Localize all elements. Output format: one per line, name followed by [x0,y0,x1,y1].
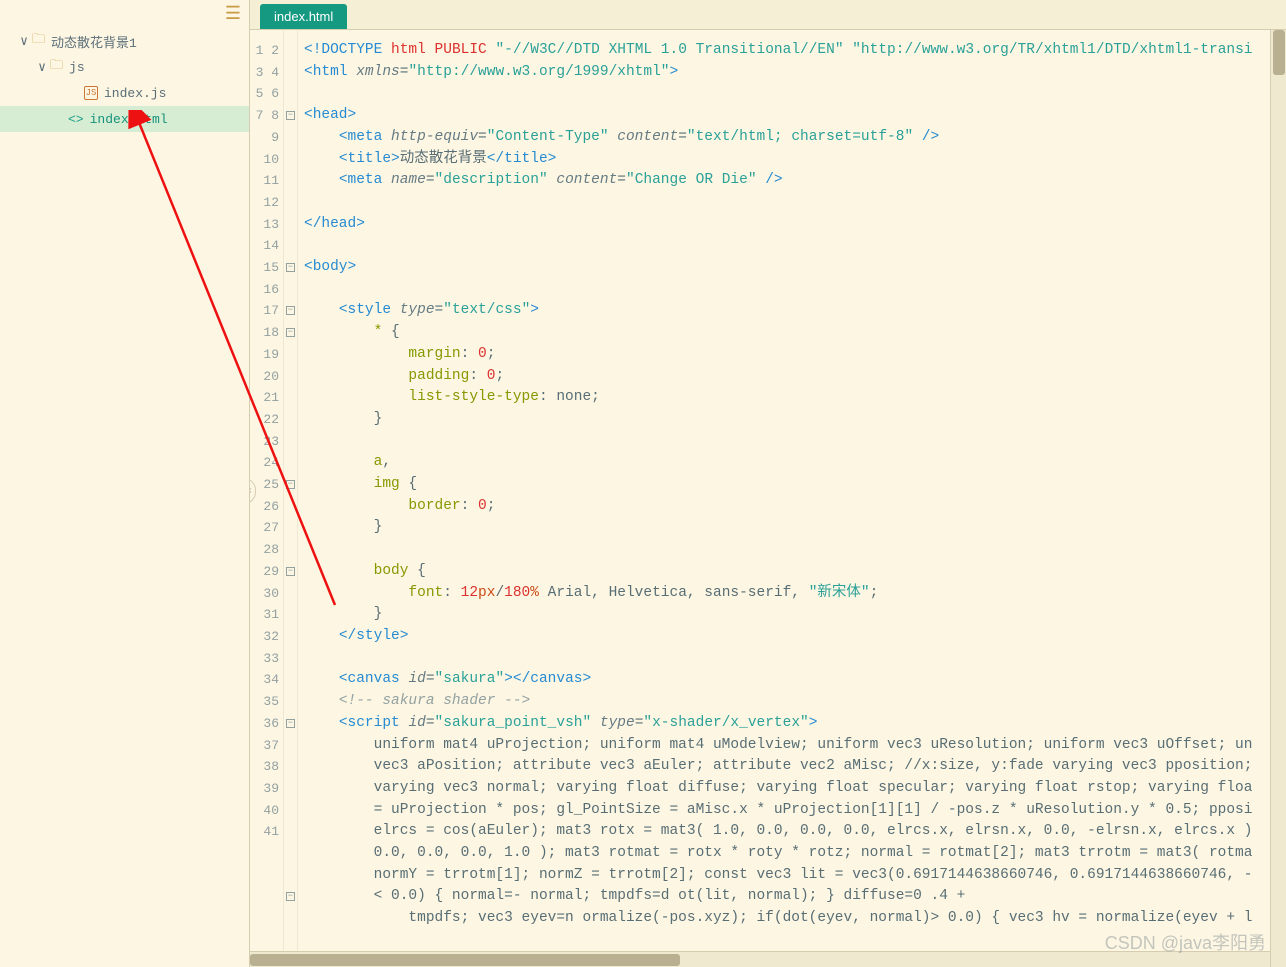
fold-toggle-icon[interactable]: − [286,567,295,576]
tree-item[interactable]: <> index.html [0,106,249,132]
fold-toggle-icon[interactable]: − [286,719,295,728]
fold-toggle-icon[interactable]: − [286,328,295,337]
tree-item-label: js [69,60,85,75]
folder-icon: 🗀 [50,56,63,78]
tree-item[interactable]: JS index.js [0,80,249,106]
tab-active[interactable]: index.html [260,4,347,29]
fold-toggle-icon[interactable]: − [286,263,295,272]
html-file-icon: <> [68,112,84,127]
scrollbar-horizontal-thumb[interactable] [250,954,680,966]
fold-toggle-icon[interactable]: − [286,306,295,315]
editor-panel: index.html ‹ 1 2 3 4 5 6 7 8 9 10 11 12 … [250,0,1286,967]
folder-icon: 🗀 [32,30,45,52]
tree-item-label: index.js [104,86,166,101]
watermark: CSDN @java李阳勇 [1105,929,1266,955]
expand-arrow-icon[interactable]: ∨ [18,34,30,49]
line-gutter: 1 2 3 4 5 6 7 8 9 10 11 12 13 14 15 16 1… [250,30,284,967]
file-tree-panel: ☰ ∨🗀动态散花背景1∨🗀jsJSindex.js<>index.html [0,0,250,967]
expand-arrow-icon[interactable]: ∨ [36,60,48,75]
fold-toggle-icon[interactable]: − [286,480,295,489]
file-tree: ∨🗀动态散花背景1∨🗀jsJSindex.js<>index.html [0,6,249,132]
scrollbar-vertical-thumb[interactable] [1273,30,1285,75]
app-root: ☰ ∨🗀动态散花背景1∨🗀jsJSindex.js<>index.html in… [0,0,1286,967]
fold-toggle-icon[interactable]: − [286,111,295,120]
tree-item-label: 动态散花背景1 [51,32,137,51]
tree-item[interactable]: ∨🗀 动态散花背景1 [0,28,249,54]
fold-column[interactable]: − − − − − − − − [284,30,298,967]
fold-toggle-icon[interactable]: − [286,892,295,901]
scrollbar-vertical[interactable] [1270,30,1286,967]
js-file-icon: JS [84,86,98,100]
tree-item-label: index.html [90,112,168,127]
tree-item[interactable]: ∨🗀 js [0,54,249,80]
code-content[interactable]: <!DOCTYPE html PUBLIC "-//W3C//DTD XHTML… [298,30,1286,967]
menu-icon[interactable]: ☰ [225,6,241,24]
tab-bar: index.html [250,0,1286,30]
code-area[interactable]: ‹ 1 2 3 4 5 6 7 8 9 10 11 12 13 14 15 16… [250,30,1286,967]
